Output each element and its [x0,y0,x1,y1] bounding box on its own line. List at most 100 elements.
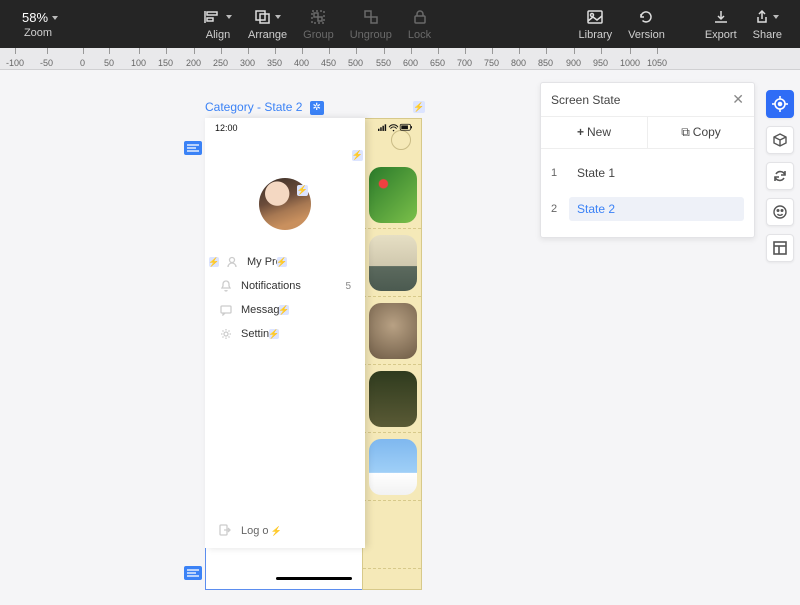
ruler-tick: -100 [6,58,24,68]
phone-status-bar: 12:00 [205,118,422,138]
export-label: Export [705,29,737,41]
share-label: Share [753,29,782,41]
caret-down-icon [275,15,281,19]
menu-item-logout[interactable]: Log o ⚡ [219,524,282,538]
caret-down-icon [52,16,58,20]
ungroup-button: Ungroup [342,0,400,48]
interaction-badge[interactable]: ⚡ [209,257,219,267]
arrange-button[interactable]: Arrange [240,0,295,48]
lock-icon [414,7,426,27]
zoom-control[interactable]: 58% Zoom [0,0,76,48]
layout-tool-button[interactable] [766,234,794,262]
ruler-tick: 450 [321,58,336,68]
zoom-value: 58% [22,10,48,25]
bolt-icon: ⚡ [413,102,424,113]
align-lines-icon [187,569,199,577]
horizontal-ruler[interactable]: -100 -50 0 50 100 150 200 250 300 350 40… [0,48,800,70]
side-drawer[interactable]: ⚡ My Prof ⚡ Notifications 5 Messag ⚡ Set… [205,118,365,548]
status-indicators [378,123,412,133]
copy-state-button[interactable]: ⧉Copy [648,117,754,148]
menu-item-messages[interactable]: Messag ⚡ [205,298,365,322]
align-icon [204,7,232,27]
ruler-tick: 650 [430,58,445,68]
interaction-badge[interactable]: ⚡ [413,101,425,113]
ruler-tick: 850 [538,58,553,68]
status-time: 12:00 [215,123,238,133]
chat-icon [219,303,233,317]
group-label: Group [303,29,334,41]
ruler-tick: 1000 [620,58,640,68]
share-button[interactable]: Share [745,0,790,48]
new-label: New [587,125,611,139]
menu-item-label: Settin [241,328,269,340]
interaction-badge[interactable]: ⚡ [297,185,308,196]
arrange-icon [255,7,281,27]
gear-icon[interactable]: ✲ [310,101,324,115]
background-screen[interactable] [362,118,422,590]
ruler-tick: 600 [403,58,418,68]
menu-badge: 5 [345,281,351,292]
list-thumb [369,235,417,291]
ungroup-label: Ungroup [350,29,392,41]
ruler-tick: 250 [213,58,228,68]
lock-label: Lock [408,29,431,41]
ruler-tick: 950 [593,58,608,68]
group-icon [311,7,325,27]
list-thumb [369,439,417,495]
copy-icon: ⧉ [681,125,690,139]
artboard-title[interactable]: Category - State 2 ✲ [205,100,324,115]
ruler-tick: 200 [186,58,201,68]
cube-tool-button[interactable] [766,126,794,154]
library-label: Library [579,29,613,41]
menu-item-settings[interactable]: Settin ⚡ [205,322,365,346]
lock-button: Lock [400,0,439,48]
state-row[interactable]: 1 State 1 [541,155,754,191]
version-button[interactable]: Version [620,0,673,48]
right-icon-rail [766,90,794,262]
align-label: Align [206,29,230,41]
close-icon[interactable]: ✕ [732,91,744,108]
new-state-button[interactable]: +New [541,117,648,148]
version-label: Version [628,29,665,41]
interaction-badge[interactable]: ⚡ [277,257,287,267]
gear-icon [219,327,233,341]
state-label: State 2 [569,197,744,221]
copy-label: Copy [693,125,721,139]
logout-icon [219,524,233,538]
ruler-tick: 150 [158,58,173,68]
bolt-icon: ⚡ [268,329,279,340]
export-button[interactable]: Export [697,0,745,48]
interaction-badge[interactable]: ⚡ [279,305,289,315]
library-button[interactable]: Library [571,0,621,48]
state-number: 1 [551,167,569,179]
ruler-tick: 750 [484,58,499,68]
list-thumb [369,371,417,427]
target-tool-button[interactable] [766,90,794,118]
bolt-icon: ⚡ [278,305,289,316]
alignment-marker-bottom[interactable] [184,566,202,580]
alignment-marker-top[interactable] [184,141,202,155]
menu-item-label: Notifications [241,280,301,292]
bolt-icon: ⚡ [352,150,363,161]
interaction-badge[interactable]: ⚡ [271,525,282,537]
top-toolbar: 58% Zoom Align Arrange Group Ungroup Loc… [0,0,800,48]
zoom-label: Zoom [24,27,52,39]
ruler-tick: 400 [294,58,309,68]
screen-state-panel[interactable]: Screen State ✕ +New ⧉Copy 1 State 1 2 St… [540,82,755,238]
version-icon [639,7,653,27]
state-label: State 1 [569,161,744,185]
menu-item-label: Log o [241,525,269,537]
sync-tool-button[interactable] [766,162,794,190]
menu-item-profile[interactable]: ⚡ My Prof ⚡ [205,250,365,274]
artboard-title-text: Category - State 2 [205,100,302,114]
share-icon [755,7,779,27]
state-row[interactable]: 2 State 2 [541,191,754,227]
menu-item-notifications[interactable]: Notifications 5 [205,274,365,298]
align-button[interactable]: Align [196,0,240,48]
ruler-tick: 100 [131,58,146,68]
interaction-badge[interactable]: ⚡ [269,329,279,339]
align-lines-icon [187,144,199,152]
emoji-tool-button[interactable] [766,198,794,226]
ruler-tick: 900 [566,58,581,68]
interaction-badge[interactable]: ⚡ [352,150,363,161]
